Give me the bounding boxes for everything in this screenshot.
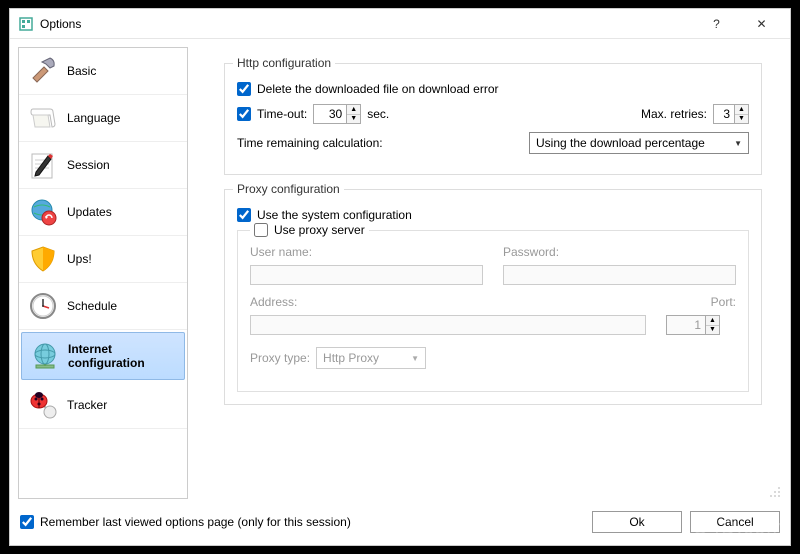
sidebar-item-label: Session (67, 158, 110, 172)
sidebar-item-label: Updates (67, 205, 112, 219)
clock-icon (27, 290, 59, 322)
spin-down-icon[interactable]: ▼ (706, 326, 719, 335)
sidebar-item-session[interactable]: Session (19, 142, 187, 189)
group-title: Proxy configuration (233, 182, 344, 196)
app-icon (18, 16, 34, 32)
delete-on-error-checkbox[interactable]: Delete the downloaded file on download e… (237, 82, 749, 96)
spin-up-icon[interactable]: ▲ (735, 105, 748, 115)
select-value: Http Proxy (323, 351, 379, 365)
port-input[interactable] (666, 315, 706, 335)
spin-down-icon[interactable]: ▼ (347, 115, 360, 124)
pen-icon (27, 149, 59, 181)
proxy-type-select[interactable]: Http Proxy ▼ (316, 347, 426, 369)
port-spinner[interactable]: ▲▼ (666, 315, 736, 335)
globe-update-icon (27, 196, 59, 228)
group-title: Http configuration (233, 56, 335, 70)
checkbox-input[interactable] (237, 208, 251, 222)
address-label: Address: (250, 295, 646, 309)
proxy-configuration-group: Proxy configuration Use the system confi… (224, 189, 762, 405)
spin-up-icon[interactable]: ▲ (706, 316, 719, 326)
checkbox-label: Use the system configuration (257, 208, 412, 222)
footer: Remember last viewed options page (only … (10, 503, 790, 545)
scroll-icon (27, 102, 59, 134)
chevron-down-icon: ▼ (734, 139, 742, 148)
username-input[interactable] (250, 265, 483, 285)
ok-button[interactable]: Ok (592, 511, 682, 533)
ladybug-icon (27, 389, 59, 421)
sidebar-item-updates[interactable]: Updates (19, 189, 187, 236)
chevron-down-icon: ▼ (411, 354, 419, 363)
sidebar-item-ups[interactable]: Ups! (19, 236, 187, 283)
username-label: User name: (250, 245, 483, 259)
checkbox-input[interactable] (237, 82, 251, 96)
select-value: Using the download percentage (536, 136, 705, 150)
shield-icon (27, 243, 59, 275)
close-button[interactable]: ✕ (739, 10, 784, 38)
sidebar-item-label: Schedule (67, 299, 117, 313)
titlebar: Options ? ✕ (10, 9, 790, 39)
sidebar-item-label: Internet configuration (68, 342, 176, 371)
checkbox-input[interactable] (20, 515, 34, 529)
checkbox-input[interactable] (237, 107, 251, 121)
sidebar-item-schedule[interactable]: Schedule (19, 283, 187, 330)
sidebar-item-tracker[interactable]: Tracker (19, 382, 187, 429)
content-area: Basic Language Session (10, 39, 790, 503)
help-button[interactable]: ? (694, 10, 739, 38)
resize-grip-icon[interactable] (768, 485, 782, 499)
use-proxy-checkbox[interactable] (254, 223, 268, 237)
timeout-suffix: sec. (367, 107, 389, 121)
checkbox-label: Remember last viewed options page (only … (40, 515, 351, 529)
spin-down-icon[interactable]: ▼ (735, 115, 748, 124)
password-input[interactable] (503, 265, 736, 285)
sidebar-item-internet-configuration[interactable]: Internet configuration (21, 332, 185, 380)
checkbox-label: Use proxy server (274, 223, 365, 237)
sidebar-item-language[interactable]: Language (19, 95, 187, 142)
sidebar-item-basic[interactable]: Basic (19, 48, 187, 95)
max-retries-input[interactable] (713, 104, 735, 124)
cancel-button[interactable]: Cancel (690, 511, 780, 533)
network-icon (30, 340, 60, 372)
port-label: Port: (666, 295, 736, 309)
timeout-spinner[interactable]: ▲▼ (313, 104, 361, 124)
timeout-input[interactable] (313, 104, 347, 124)
sidebar: Basic Language Session (18, 47, 188, 499)
checkbox-label: Time-out: (257, 107, 307, 121)
timeout-checkbox[interactable]: Time-out: (237, 107, 307, 121)
sidebar-item-label: Basic (67, 64, 96, 78)
spin-up-icon[interactable]: ▲ (347, 105, 360, 115)
max-retries-spinner[interactable]: ▲▼ (713, 104, 749, 124)
checkbox-label: Delete the downloaded file on download e… (257, 82, 499, 96)
address-input[interactable] (250, 315, 646, 335)
max-retries-label: Max. retries: (641, 107, 707, 121)
options-dialog: Options ? ✕ Basic Language (9, 8, 791, 546)
hammer-icon (27, 55, 59, 87)
sidebar-item-label: Tracker (67, 398, 107, 412)
http-configuration-group: Http configuration Delete the downloaded… (224, 63, 762, 175)
proxy-type-label: Proxy type: (250, 351, 310, 365)
password-label: Password: (503, 245, 736, 259)
remember-page-checkbox[interactable]: Remember last viewed options page (only … (20, 515, 584, 529)
proxy-server-subgroup: Use proxy server User name: Password: Ad… (237, 230, 749, 392)
trc-label: Time remaining calculation: (237, 136, 383, 150)
window-title: Options (40, 17, 694, 31)
sidebar-item-label: Language (67, 111, 120, 125)
settings-pane: Http configuration Delete the downloaded… (196, 47, 782, 499)
use-system-config-checkbox[interactable]: Use the system configuration (237, 208, 749, 222)
trc-select[interactable]: Using the download percentage ▼ (529, 132, 749, 154)
sidebar-item-label: Ups! (67, 252, 92, 266)
